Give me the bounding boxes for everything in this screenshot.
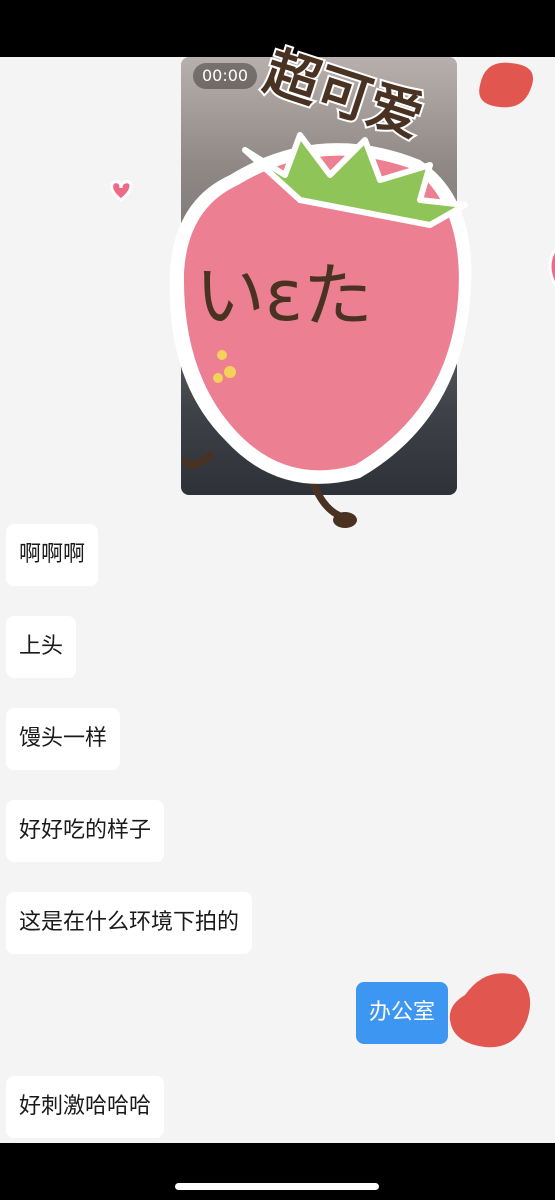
message-bubble[interactable]: 好刺激哈哈哈	[6, 1076, 165, 1138]
message-bubble[interactable]: 这是在什么环境下拍的	[6, 892, 253, 954]
home-indicator[interactable]	[175, 1183, 379, 1190]
bottom-bar	[0, 1143, 555, 1200]
video-message[interactable]	[181, 57, 457, 495]
message-bubble[interactable]: 馒头一样	[6, 708, 121, 770]
message-bubble-outgoing[interactable]: 办公室	[356, 982, 449, 1044]
message-bubble[interactable]: 上头	[6, 616, 77, 678]
heart-icon	[110, 180, 133, 202]
heart-icon-edge	[548, 249, 555, 286]
message-bubble[interactable]: 啊啊啊	[6, 524, 99, 586]
redaction-scribble-avatar	[449, 973, 531, 1048]
message-bubble[interactable]: 好好吃的样子	[6, 800, 165, 862]
status-bar	[0, 0, 555, 57]
video-duration-label: 00:00	[193, 63, 258, 89]
redaction-scribble-top	[479, 62, 534, 108]
